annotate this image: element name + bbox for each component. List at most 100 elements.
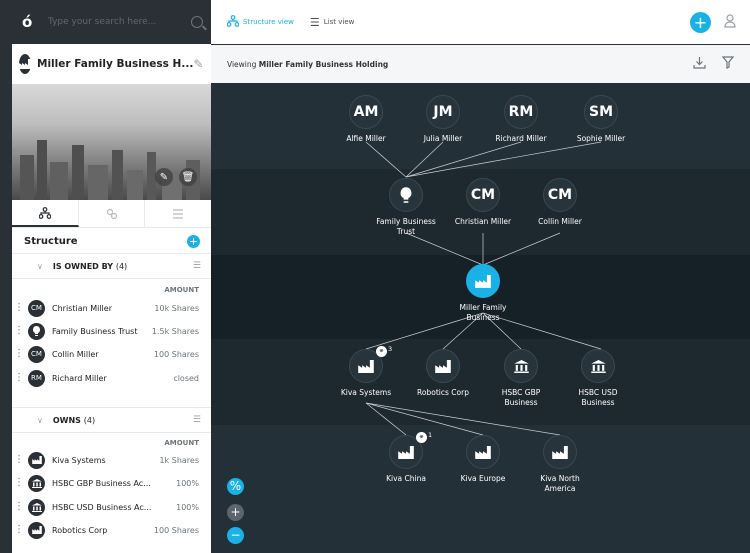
graph-node[interactable]: Kiva Europe — [443, 435, 523, 484]
company-header: Miller Family Business H... ✎ — [12, 44, 211, 84]
list-icon[interactable]: ☰ — [193, 261, 201, 271]
avatar: CM — [543, 178, 577, 212]
bank-icon — [28, 498, 45, 516]
download-icon[interactable] — [693, 56, 706, 72]
user-icon[interactable] — [724, 14, 736, 31]
list-item-amount: 1.5k Shares — [151, 326, 199, 336]
add-structure-button[interactable]: + — [187, 234, 200, 248]
logo-icon[interactable]: ó — [22, 15, 36, 30]
search-icon[interactable] — [191, 16, 203, 28]
link-icon — [106, 208, 117, 219]
graph-node[interactable]: Robotics Corp — [403, 349, 483, 398]
tab-details[interactable] — [145, 200, 211, 227]
list-item-name: Christian Miller — [52, 303, 112, 313]
top-bar: Structure view ☰ List view + — [211, 0, 750, 44]
zoom-out-button[interactable]: − — [227, 527, 244, 544]
bank-icon — [581, 349, 615, 383]
badge-count: 3 — [388, 345, 393, 353]
bank-icon — [28, 474, 45, 492]
structure-view-label: Structure view — [243, 18, 294, 26]
list-item-amount: 100% — [176, 502, 199, 512]
list-icon[interactable]: ☰ — [193, 415, 201, 425]
list-item-amount: 100 Shares — [153, 349, 199, 359]
link-icon[interactable]: ⚭ — [376, 346, 387, 357]
more-icon[interactable]: ⋮ — [14, 524, 24, 536]
chevron-down-icon[interactable]: ∨ — [37, 416, 43, 425]
structure-header: Structure + — [12, 229, 211, 253]
more-icon[interactable]: ⋮ — [14, 302, 24, 314]
search-input[interactable]: Type your search here... — [48, 17, 191, 27]
chevron-down-icon[interactable]: ∨ — [37, 262, 43, 271]
node-label: Kiva Systems — [340, 388, 392, 397]
company-photo: ✎ 🗑 — [12, 84, 211, 200]
list-item[interactable]: ⋮ Kiva Systems 1k Shares — [12, 449, 211, 471]
add-button[interactable]: + — [690, 12, 711, 33]
delete-photo-icon[interactable]: 🗑 — [179, 168, 197, 186]
more-icon[interactable]: ⋮ — [14, 501, 24, 513]
list-view-button[interactable]: ☰ List view — [310, 16, 354, 29]
list-item-name: Family Business Trust — [52, 326, 138, 336]
filter-icon[interactable] — [721, 56, 735, 72]
list-item[interactable]: ⋮ CM Christian Miller 10k Shares — [12, 297, 211, 319]
list-item[interactable]: ⋮ HSBC GBP Business Ac... 100% — [12, 472, 211, 494]
list-item-name: Kiva Systems — [52, 455, 106, 465]
structure-view-button[interactable]: Structure view — [226, 14, 294, 30]
list-item-name: HSBC USD Business Ac... — [52, 502, 152, 512]
graph-node[interactable]: AM Alfie Miller — [326, 95, 406, 144]
panel-tabs — [12, 200, 211, 228]
avatar: CM — [466, 178, 500, 212]
viewing-text: Viewing Miller Family Business Holding — [227, 59, 389, 69]
link-icon[interactable]: ⚭ — [416, 432, 427, 443]
list-item[interactable]: ⋮ Family Business Trust 1.5k Shares — [12, 320, 211, 342]
list-item-amount: closed — [173, 373, 199, 383]
more-icon[interactable]: ⋮ — [14, 477, 24, 489]
list-item[interactable]: ⋮ HSBC USD Business Ac... 100% — [12, 496, 211, 518]
edit-icon[interactable]: ✎ — [193, 57, 203, 71]
more-icon[interactable]: ⋮ — [14, 348, 24, 360]
list-item[interactable]: ⋮ Robotics Corp 100 Shares — [12, 519, 211, 541]
list-item[interactable]: ⋮ RM Richard Miller closed — [12, 367, 211, 389]
node-label: HSBC USD Business — [578, 388, 618, 407]
node-label: Family Business Trust — [376, 217, 436, 236]
list-item[interactable]: ⋮ CM Collin Miller 100 Shares — [12, 343, 211, 365]
graph-node[interactable]: ⚭ 1 Kiva China — [366, 431, 446, 484]
graph-node[interactable]: CM Collin Miller — [520, 178, 600, 227]
list-item-amount: 100% — [176, 478, 199, 488]
owned-by-section-header[interactable]: ∨ IS OWNED BY (4) ☰ — [12, 253, 211, 279]
node-label: Robotics Corp — [417, 388, 469, 397]
graph-node[interactable]: RM Richard Miller — [481, 95, 561, 144]
structure-canvas[interactable]: AM Alfie Miller JM Julia Miller RM Richa… — [211, 83, 750, 553]
graph-node[interactable]: JM Julia Miller — [403, 95, 483, 144]
zoom-in-button[interactable]: + — [227, 504, 244, 521]
trust-icon — [28, 322, 45, 340]
tab-structure[interactable] — [12, 200, 79, 227]
more-icon[interactable]: ⋮ — [14, 454, 24, 466]
owns-section-header[interactable]: ∨ OWNS (4) ☰ — [12, 407, 211, 433]
graph-node[interactable]: HSBC USD Business — [568, 349, 628, 408]
search-bar: ó Type your search here... — [12, 0, 211, 44]
factory-icon — [543, 435, 577, 469]
graph-node[interactable]: Kiva North America — [530, 435, 590, 494]
graph-node[interactable]: HSBC GBP Business — [491, 349, 551, 408]
node-label: Miller Family Business — [459, 303, 507, 322]
graph-node[interactable]: SM Sophie Miller — [561, 95, 641, 144]
list-item-name: Robotics Corp — [52, 525, 108, 535]
bank-icon — [504, 349, 538, 383]
tab-links[interactable] — [79, 200, 146, 227]
more-icon[interactable]: ⋮ — [14, 372, 24, 384]
node-label: HSBC GBP Business — [501, 388, 541, 407]
selected-node[interactable]: Miller Family Business — [453, 264, 513, 323]
node-label: Richard Miller — [495, 134, 547, 143]
graph-node[interactable]: Family Business Trust — [366, 178, 446, 237]
factory-icon — [466, 435, 500, 469]
graph-node[interactable]: CM Christian Miller — [443, 178, 523, 227]
zoom-fit-button[interactable]: % — [227, 478, 244, 495]
badge-count: 1 — [428, 431, 433, 439]
factory-icon — [28, 451, 45, 469]
more-icon[interactable]: ⋮ — [14, 325, 24, 337]
factory-icon — [466, 264, 500, 298]
structure-icon — [38, 206, 51, 219]
edit-photo-icon[interactable]: ✎ — [155, 168, 173, 186]
avatar: AM — [349, 95, 383, 129]
graph-node[interactable]: ⚭ 3 Kiva Systems — [326, 345, 406, 398]
